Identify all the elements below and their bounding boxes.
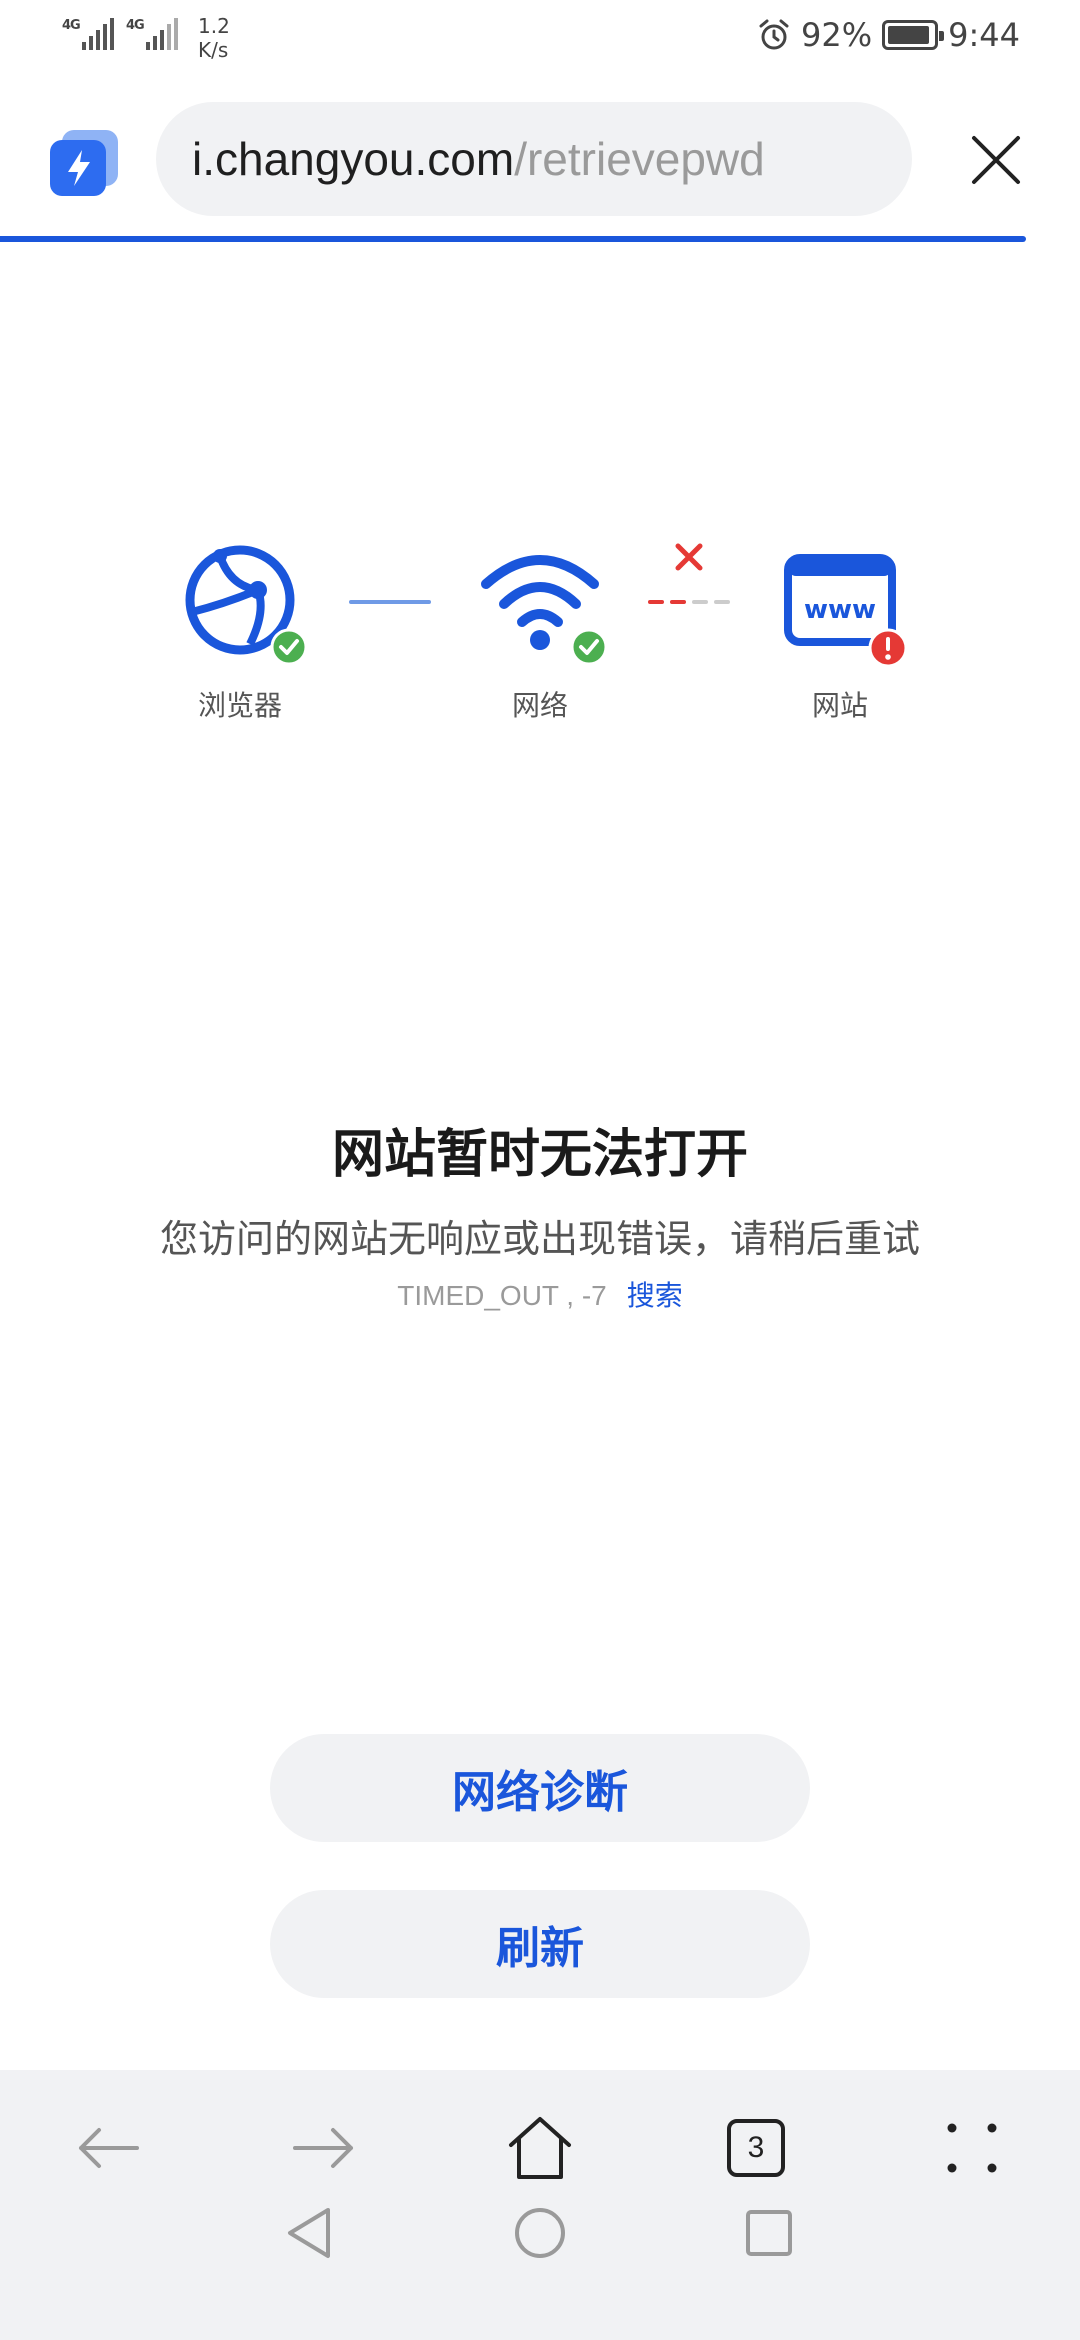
status-left: 4G 4G 1.2 K/s <box>62 14 230 62</box>
more-dots-icon <box>947 2123 997 2173</box>
error-x-icon <box>675 543 703 571</box>
error-title: 网站暂时无法打开 <box>331 1125 748 1185</box>
arrow-left-icon <box>79 2128 139 2168</box>
website-label: 网站 <box>811 689 868 722</box>
network-type: 4G <box>62 18 81 33</box>
refresh-button[interactable]: 刷新 <box>270 1890 810 1998</box>
browser-network-link <box>349 600 431 604</box>
network-speed: 1.2 K/s <box>198 14 230 62</box>
square-recents-icon <box>746 2210 792 2256</box>
url-path: /retrievepwd <box>514 133 765 185</box>
home-icon <box>509 2117 571 2179</box>
clock: 9:44 <box>948 16 1020 54</box>
circle-home-icon <box>515 2208 565 2258</box>
system-back-button[interactable] <box>274 2198 344 2268</box>
error-badge-icon <box>868 628 908 668</box>
error-code: TIMED_OUT , -7 <box>397 1280 607 1311</box>
browser-label: 浏览器 <box>197 689 282 722</box>
lightning-icon[interactable] <box>48 128 120 200</box>
tabs-button[interactable]: 3 <box>716 2108 796 2188</box>
network-node: 网络 <box>460 540 620 724</box>
check-badge-icon <box>270 628 308 666</box>
home-button[interactable] <box>500 2108 580 2188</box>
network-label: 网络 <box>511 689 568 722</box>
network-website-broken-link <box>648 600 730 604</box>
svg-text:www: www <box>804 595 876 625</box>
arrow-right-icon <box>293 2128 353 2168</box>
signal-icon: 4G <box>62 14 116 54</box>
url-host: i.changyou.com <box>192 133 515 185</box>
browser-node: 浏览器 <box>160 540 320 724</box>
connection-diagnostic: 浏览器 网络 www 网站 <box>0 540 1080 740</box>
triangle-back-icon <box>288 2208 330 2258</box>
back-button[interactable] <box>68 2108 148 2188</box>
error-code-row: TIMED_OUT , -7 搜索 <box>0 1274 1080 1314</box>
system-recents-button[interactable] <box>734 2198 804 2268</box>
url-input[interactable]: i.changyou.com/retrievepwd <box>156 102 912 216</box>
system-home-button[interactable] <box>505 2198 575 2268</box>
battery-percent: 92% <box>801 16 873 54</box>
battery-icon <box>882 20 945 50</box>
tab-count: 3 <box>727 2119 785 2177</box>
network-diagnosis-button[interactable]: 网络诊断 <box>270 1734 810 1842</box>
error-description: 您访问的网站无响应或出现错误，请稍后重试 <box>159 1217 920 1261</box>
close-icon[interactable] <box>966 130 1026 190</box>
signal-icon-2: 4G <box>126 14 180 54</box>
search-link[interactable]: 搜索 <box>627 1279 683 1312</box>
menu-button[interactable] <box>932 2108 1012 2188</box>
status-right: 92% 9:44 <box>757 16 1020 54</box>
check-badge-icon <box>570 628 608 666</box>
website-node: www 网站 <box>760 540 920 724</box>
forward-button[interactable] <box>284 2108 364 2188</box>
alarm-icon <box>759 19 789 50</box>
network-type-2: 4G <box>126 18 145 33</box>
status-bar: 4G 4G 1.2 K/s 92% 9:44 <box>0 0 1080 80</box>
page-load-progress <box>0 236 1026 242</box>
address-bar: i.changyou.com/retrievepwd <box>0 100 1080 220</box>
